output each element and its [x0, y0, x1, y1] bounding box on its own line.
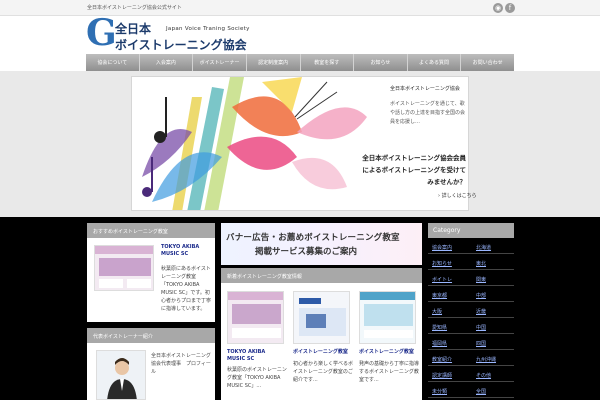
- category-link[interactable]: 福岡県: [432, 340, 447, 347]
- category-link[interactable]: 北海道: [476, 244, 491, 251]
- butterfly-music-illustration: [142, 77, 468, 210]
- nav-item-find-school[interactable]: 教室を探す: [301, 54, 355, 71]
- category-link[interactable]: 九州沖縄: [476, 356, 496, 363]
- hero-caption-line2: によるボイストレーニングを受けて: [362, 166, 466, 174]
- person-icon: [107, 358, 137, 399]
- school-description: 秋葉原にあるボイストレーニング教室「TOKYO AKIBA MUSIC SC」で…: [161, 266, 212, 312]
- hero-side-title: 全日本ボイストレーニング協会: [390, 86, 460, 92]
- hero-slide[interactable]: [131, 76, 469, 211]
- category-link[interactable]: 四国: [476, 340, 486, 347]
- category-link[interactable]: 協会案内: [432, 244, 452, 251]
- category-link[interactable]: 東北: [476, 260, 486, 267]
- facebook-icon[interactable]: f: [505, 3, 515, 13]
- logo-english-name: Japan Voice Traning Society: [166, 26, 250, 32]
- post-title-2[interactable]: ボイストレーニング教室: [293, 349, 353, 356]
- hero-more-link[interactable]: › 詳しくはこちら: [438, 192, 477, 199]
- ad-banner[interactable]: バナー広告・お薦めボイストレーニング教室 掲載サービス募集のご案内: [221, 223, 422, 265]
- post-thumbnail-1[interactable]: [227, 291, 284, 344]
- hero-side-body: ボイストレーニングを通じて、歌や話し方の上達を目指す全国の会員を応援し…: [390, 101, 466, 125]
- category-link[interactable]: 関東: [476, 276, 486, 283]
- category-link[interactable]: 中部: [476, 292, 486, 299]
- category-link[interactable]: 未分類: [432, 388, 447, 395]
- new-schools-heading: 新着ボイストレーニング教室情報: [221, 268, 422, 283]
- recommended-school-heading: おすすめボイストレーニング教室: [87, 223, 215, 238]
- category-link[interactable]: 愛知県: [432, 324, 447, 331]
- category-link[interactable]: 大阪: [432, 308, 442, 315]
- nav-item-faq[interactable]: よくある質問: [408, 54, 462, 71]
- category-link[interactable]: 認定講師: [432, 372, 452, 379]
- site-logo[interactable]: G 全日本 Japan Voice Traning Society ボイストレー…: [86, 12, 266, 54]
- post-title-3[interactable]: ボイストレーニング教室: [359, 349, 419, 356]
- main-nav: 協会について 入会案内 ボイストレーナー 認定制度案内 教室を探す お知らせ よ…: [86, 54, 514, 71]
- nav-item-contact[interactable]: お問い合わせ: [461, 54, 514, 71]
- category-heading: Category: [428, 223, 514, 238]
- nav-item-news[interactable]: お知らせ: [354, 54, 408, 71]
- nav-item-about[interactable]: 協会について: [86, 54, 140, 71]
- logo-title-line1: 全日本: [115, 22, 152, 36]
- trainer-profile-text: 全日本ボイストレーニング協会代表理事 プロフィール: [151, 353, 211, 375]
- post-thumbnail-3[interactable]: [359, 291, 416, 344]
- post-thumbnail-2[interactable]: [293, 291, 350, 344]
- category-link[interactable]: 教室紹介: [432, 356, 452, 363]
- banner-line1: バナー広告・お薦めボイストレーニング教室: [226, 233, 400, 243]
- hero-caption-line1: 全日本ボイストレーニング協会会員: [362, 154, 466, 162]
- category-link[interactable]: ボイトレ: [432, 276, 452, 283]
- hero-caption: 全日本ボイストレーニング協会会員 によるボイストレーニングを受けて みませんか？: [296, 152, 466, 188]
- banner-line2: 掲載サービス募集のご案内: [255, 247, 358, 257]
- trainer-heading: 代表ボイストレーナー紹介: [87, 328, 215, 343]
- rss-icon[interactable]: ◉: [493, 3, 503, 13]
- category-link[interactable]: 全国: [476, 388, 486, 395]
- post-excerpt-3: 発声の基礎から丁寧に指導するボイストレーニング教室です...: [359, 361, 420, 383]
- nav-item-certification[interactable]: 認定制度案内: [247, 54, 301, 71]
- site-tagline: 全日本ボイストレーニング協会公式サイト: [87, 5, 182, 11]
- category-link[interactable]: お知らせ: [432, 260, 452, 267]
- post-excerpt-1: 秋葉原のボイストレーニング教室「TOKYO AKIBA MUSIC SC」...: [227, 367, 287, 389]
- school-thumbnail[interactable]: [94, 245, 154, 291]
- nav-item-join[interactable]: 入会案内: [140, 54, 194, 71]
- post-title-1[interactable]: TOKYO AKIBA MUSIC SC: [227, 349, 285, 363]
- trainer-photo[interactable]: [96, 350, 146, 400]
- hero-caption-line3: みませんか？: [427, 178, 466, 186]
- school-title-link[interactable]: TOKYO AKIBA MUSIC SC: [161, 244, 211, 258]
- category-link[interactable]: その他: [476, 372, 491, 379]
- logo-mark-icon: G: [86, 12, 117, 54]
- nav-item-trainers[interactable]: ボイストレーナー: [193, 54, 247, 71]
- category-link[interactable]: 中国: [476, 324, 486, 331]
- category-link[interactable]: 近畿: [476, 308, 486, 315]
- logo-title-line2: ボイストレーニング協会: [115, 38, 247, 52]
- category-link[interactable]: 東京都: [432, 292, 447, 299]
- post-excerpt-2: 初心者から楽しく学べるボイストレーニング教室のご紹介です...: [293, 361, 354, 383]
